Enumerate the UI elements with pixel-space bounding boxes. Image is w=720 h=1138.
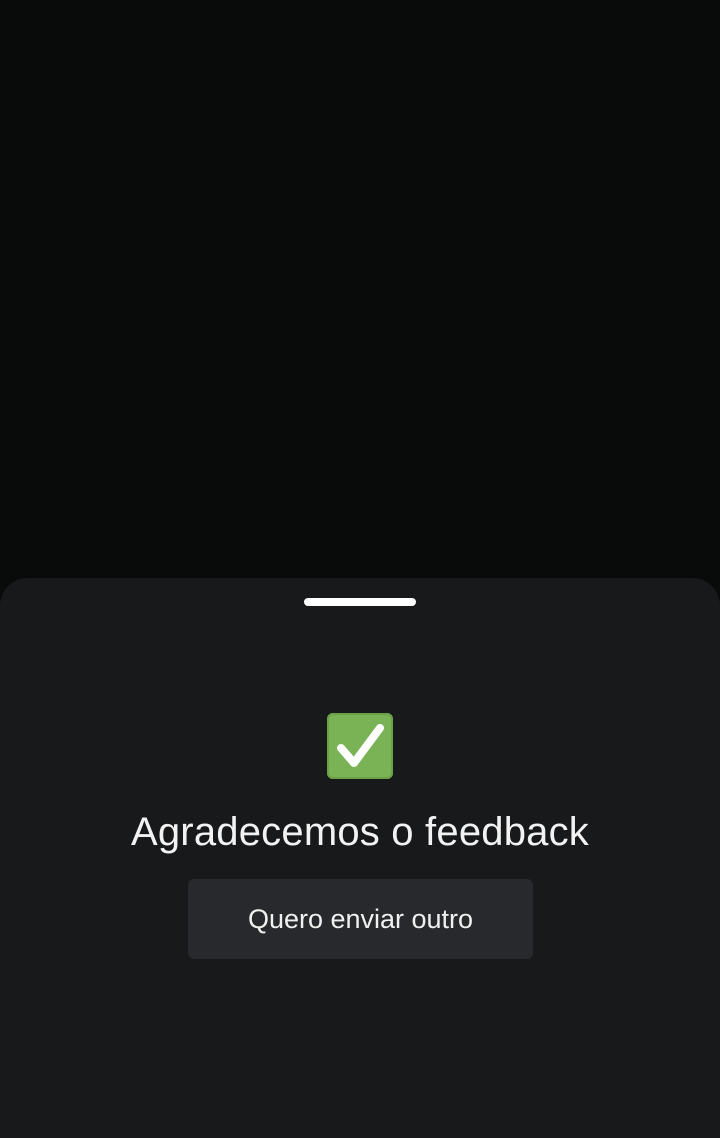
send-another-button[interactable]: Quero enviar outro	[188, 879, 533, 959]
bottom-sheet: Agradecemos o feedback Quero enviar outr…	[0, 578, 720, 1138]
check-mark-icon	[327, 713, 393, 779]
drag-handle[interactable]	[304, 598, 416, 606]
success-title: Agradecemos o feedback	[130, 810, 589, 854]
